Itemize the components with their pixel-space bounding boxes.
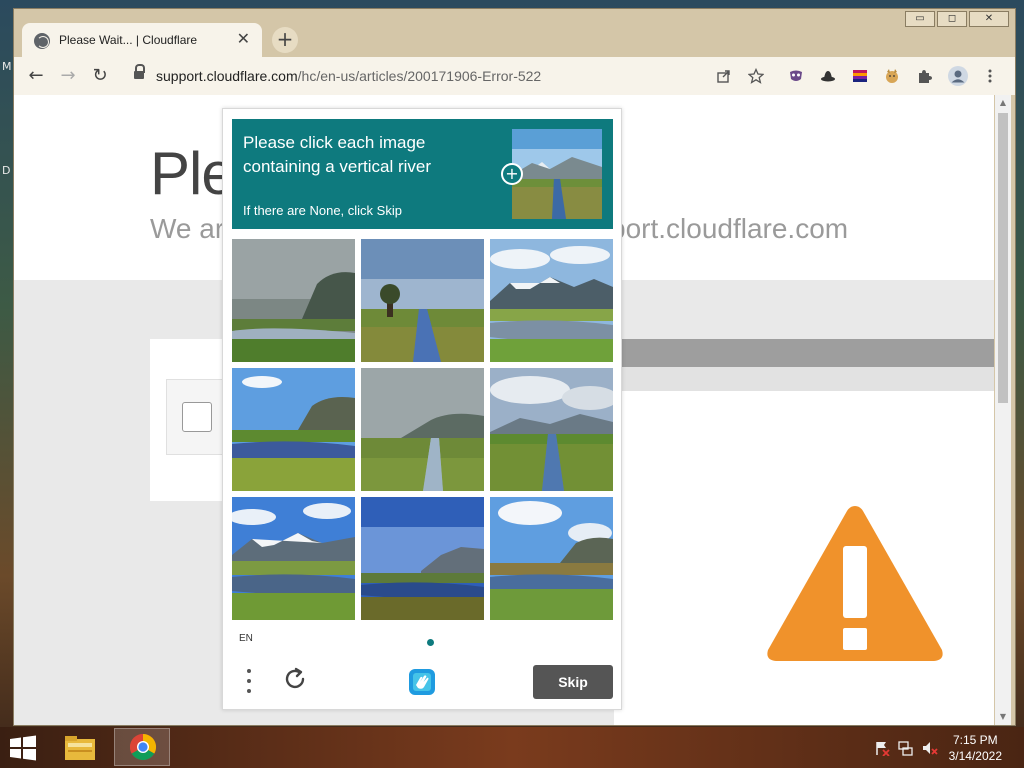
chrome-icon bbox=[129, 733, 157, 761]
hcaptcha-logo-icon[interactable] bbox=[407, 667, 437, 697]
page-tab-strip-light bbox=[614, 367, 994, 391]
file-explorer-icon bbox=[65, 736, 95, 760]
page-subheading: We ar bbox=[150, 213, 225, 244]
desktop-edge-letter: D bbox=[2, 164, 11, 177]
browser-toolbar: ← → ↻ support.cloudflare.com/hc/en-us/ar… bbox=[14, 57, 1015, 95]
page-dot-2 bbox=[427, 639, 434, 646]
address-bar[interactable]: support.cloudflare.com/hc/en-us/articles… bbox=[124, 61, 774, 91]
kebab-menu-icon[interactable] bbox=[982, 68, 998, 84]
browser-tab[interactable]: Please Wait... | Cloudflare ✕ bbox=[22, 23, 262, 59]
url-path: /hc/en-us/articles/200171906-Error-522 bbox=[297, 68, 542, 84]
captcha-challenge: Please click each image containing a ver… bbox=[222, 108, 622, 710]
captcha-footer: Skip bbox=[223, 659, 621, 709]
language-selector[interactable]: EN bbox=[239, 633, 253, 644]
title-bar: ▭ ◻ ✕ Please Wait... | Cloudflare ✕ + bbox=[14, 9, 1015, 59]
page-scrollbar[interactable]: ▲ ▼ bbox=[995, 95, 1011, 725]
close-window-button[interactable]: ✕ bbox=[969, 11, 1009, 27]
captcha-example-image[interactable] bbox=[512, 129, 602, 219]
captcha-tile-8[interactable] bbox=[361, 497, 484, 620]
extension-hat-icon[interactable] bbox=[820, 68, 836, 84]
captcha-tile-9[interactable] bbox=[490, 497, 613, 620]
extension-mask-icon[interactable] bbox=[788, 68, 804, 84]
back-button[interactable]: ← bbox=[24, 64, 48, 88]
captcha-tile-1[interactable] bbox=[232, 239, 355, 362]
captcha-tile-4[interactable] bbox=[232, 368, 355, 491]
warning-icon bbox=[767, 506, 943, 661]
restore-button[interactable]: ◻ bbox=[937, 11, 967, 27]
skip-button[interactable]: Skip bbox=[533, 665, 613, 699]
taskbar-file-explorer[interactable] bbox=[52, 728, 108, 766]
challenge-checkbox[interactable] bbox=[182, 402, 212, 432]
scrollbar-thumb[interactable] bbox=[998, 113, 1008, 403]
taskbar: 7:15 PM 3/14/2022 bbox=[0, 727, 1024, 768]
captcha-header: Please click each image containing a ver… bbox=[232, 119, 613, 229]
tab-title: Please Wait... | Cloudflare bbox=[59, 33, 198, 47]
profile-icon[interactable] bbox=[948, 66, 968, 86]
captcha-image-grid bbox=[232, 239, 614, 621]
captcha-prompt: Please click each image containing a ver… bbox=[243, 133, 432, 176]
captcha-tile-2[interactable] bbox=[361, 239, 484, 362]
minimize-button[interactable]: ▭ bbox=[905, 11, 935, 27]
captcha-tile-6[interactable] bbox=[490, 368, 613, 491]
captcha-tile-3[interactable] bbox=[490, 239, 613, 362]
reload-button[interactable]: ↻ bbox=[88, 64, 112, 88]
page-dot-1 bbox=[413, 639, 420, 646]
extension-dog-icon[interactable] bbox=[884, 68, 900, 84]
star-icon[interactable] bbox=[748, 68, 764, 84]
globe-icon bbox=[34, 33, 50, 49]
page-subheading-domain: port.cloudflare.com bbox=[610, 213, 849, 244]
lock-icon[interactable] bbox=[134, 64, 145, 81]
tab-close-icon[interactable]: ✕ bbox=[237, 31, 250, 47]
desktop-edge-letter: M bbox=[2, 60, 12, 73]
window-controls: ▭ ◻ ✕ bbox=[905, 11, 1009, 27]
windows-start-icon[interactable] bbox=[8, 735, 38, 761]
captcha-hint: If there are None, click Skip bbox=[243, 203, 402, 218]
captcha-tile-5[interactable] bbox=[361, 368, 484, 491]
clock-time: 7:15 PM bbox=[952, 733, 998, 747]
system-clock[interactable]: 7:15 PM 3/14/2022 bbox=[949, 732, 1002, 764]
scroll-down-icon[interactable]: ▼ bbox=[995, 709, 1011, 725]
puzzle-icon[interactable] bbox=[916, 68, 932, 84]
action-center-flag-icon[interactable] bbox=[874, 740, 890, 756]
share-icon[interactable] bbox=[716, 68, 732, 84]
scroll-up-icon[interactable]: ▲ bbox=[995, 95, 1011, 111]
plus-icon[interactable]: + bbox=[501, 163, 523, 185]
clock-date: 3/14/2022 bbox=[948, 749, 1002, 763]
taskbar-chrome[interactable] bbox=[114, 728, 170, 766]
captcha-menu-icon[interactable] bbox=[247, 669, 253, 695]
url-text: support.cloudflare.com/hc/en-us/articles… bbox=[156, 68, 541, 84]
extension-color-icon[interactable] bbox=[852, 68, 868, 84]
refresh-icon[interactable] bbox=[281, 665, 309, 693]
url-host: support.cloudflare.com bbox=[156, 68, 298, 84]
captcha-tile-7[interactable] bbox=[232, 497, 355, 620]
network-icon[interactable] bbox=[898, 740, 914, 756]
volume-muted-icon[interactable] bbox=[922, 740, 938, 756]
page-tab-strip bbox=[620, 339, 994, 367]
new-tab-button[interactable]: + bbox=[272, 27, 298, 53]
forward-button[interactable]: → bbox=[56, 64, 80, 88]
